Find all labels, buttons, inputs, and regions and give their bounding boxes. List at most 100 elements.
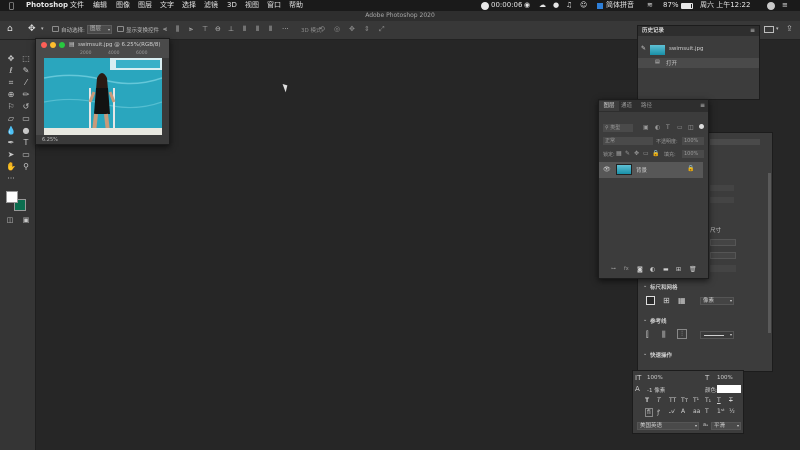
history-snapshot[interactable]: ✎ swimsuit.jpg (638, 44, 759, 56)
underline-icon[interactable]: T (717, 397, 721, 404)
user-avatar-icon[interactable] (767, 1, 775, 10)
strikethrough-icon[interactable]: T (729, 397, 733, 404)
type-tool-icon[interactable]: T (20, 138, 32, 148)
stamp-tool-icon[interactable]: ⚐ (5, 102, 17, 112)
wifi-icon[interactable]: ≋ (647, 0, 653, 11)
auto-select-checkbox[interactable] (52, 26, 59, 34)
grid-toggle-icon[interactable]: ⊞ (663, 296, 670, 305)
properties-field[interactable] (710, 139, 760, 145)
zoom-button[interactable] (59, 42, 65, 48)
zoom-tool-icon[interactable]: ⚲ (20, 162, 32, 172)
filter-type-icon[interactable]: T (666, 124, 670, 131)
properties-scrollbar[interactable] (768, 173, 771, 333)
new-layer-icon[interactable]: ⊞ (676, 266, 681, 273)
visibility-eye-icon[interactable]: 👁 (603, 166, 611, 173)
align-middle-icon[interactable]: ⊖ (215, 25, 221, 33)
link-layers-icon[interactable]: ⊶ (611, 266, 616, 272)
apple-icon[interactable]:  (9, 0, 14, 11)
filter-shape-icon[interactable]: ▭ (677, 124, 683, 131)
clock[interactable]: 周六 上午12:22 (700, 0, 750, 11)
horizontal-ruler[interactable]: 2000 4000 6000 (36, 51, 169, 58)
healing-brush-icon[interactable]: ⊕ (5, 90, 17, 100)
properties-field[interactable] (710, 185, 734, 191)
move-tool-icon[interactable]: ✥ (28, 24, 36, 34)
input-method-icon[interactable] (597, 2, 603, 9)
faux-bold-icon[interactable]: T (645, 397, 649, 404)
all-caps-icon[interactable]: TT (669, 397, 676, 404)
layer-row[interactable]: 👁 背景 🔒 (599, 162, 703, 178)
properties-dropdown[interactable] (710, 252, 736, 259)
delete-layer-icon[interactable]: 🗑 (689, 266, 697, 273)
lasso-tool-icon[interactable]: ℓ (5, 66, 17, 76)
gradient-tool-icon[interactable]: ▭ (20, 114, 32, 124)
filter-adjust-icon[interactable]: ◐ (655, 124, 660, 131)
superscript-icon[interactable]: T¹ (693, 397, 699, 404)
menu-file[interactable]: 文件 (70, 0, 84, 11)
document-image[interactable] (44, 58, 162, 135)
vertical-scale-value[interactable]: 100% (647, 375, 663, 381)
path-select-icon[interactable]: ➤ (5, 150, 17, 160)
layer-style-icon[interactable]: fx (624, 266, 629, 272)
guide-new-icon[interactable]: ⫶ (677, 329, 687, 339)
ordinals-icon[interactable]: T (705, 408, 709, 415)
share-icon[interactable]: ⇪ (786, 24, 793, 33)
discretionary-ligature-icon[interactable]: ꝭ (657, 408, 660, 416)
quick-mask-icon[interactable]: ◫ (4, 215, 16, 225)
panel-menu-icon[interactable]: ≡ (700, 101, 705, 111)
baseline-shift-value[interactable]: -1 像素 (647, 386, 665, 394)
properties-field[interactable] (710, 265, 736, 272)
properties-dropdown[interactable] (710, 239, 736, 246)
add-mask-icon[interactable]: ◙ (637, 266, 643, 273)
wechat-icon[interactable]: ☁ (539, 0, 546, 11)
3d-pan-icon[interactable]: ✥ (349, 25, 355, 33)
small-caps-icon[interactable]: Tт (681, 397, 688, 404)
app-name-menu[interactable]: Photoshop (26, 0, 68, 11)
menu-layer[interactable]: 图层 (138, 0, 152, 11)
filter-toggle[interactable] (699, 124, 704, 129)
close-button[interactable] (41, 42, 47, 48)
document-window[interactable]: ▤ swimsuit.jpg @ 6.25%(RGB/8) 2000 4000 … (35, 38, 170, 145)
3d-roll-icon[interactable]: ◎ (334, 25, 340, 33)
subscript-icon[interactable]: T₁ (705, 397, 711, 404)
screen-mode-icon[interactable]: ▣ (20, 215, 32, 225)
properties-field[interactable] (710, 197, 734, 203)
input-method-label[interactable]: 简体拼音 (606, 0, 634, 11)
fill-input[interactable]: 100% (682, 150, 704, 158)
marquee-tool-icon[interactable]: ⬚ (20, 54, 32, 64)
panel-menu-icon[interactable]: ≡ (750, 26, 755, 36)
adjustment-layer-icon[interactable]: ◐ (650, 266, 655, 273)
3d-scale-icon[interactable]: ⤢ (379, 25, 385, 34)
lock-transparent-icon[interactable]: ▦ (616, 150, 622, 157)
hand-tool-icon[interactable]: ✋ (5, 162, 17, 172)
record-icon[interactable] (481, 1, 489, 10)
filter-smart-icon[interactable]: ◫ (688, 124, 694, 131)
collapse-chevron-icon[interactable]: ⌄ (643, 317, 647, 323)
distribute-right-icon[interactable]: ⦀ (269, 25, 272, 34)
brush-tool-icon[interactable]: ✏ (20, 90, 32, 100)
guide-layout-icon[interactable]: ⫿ (646, 330, 649, 339)
fractions-icon[interactable]: ½ (729, 408, 735, 415)
paths-tab[interactable]: 路径 (641, 101, 652, 111)
stylistic-alternates-icon[interactable]: aa (693, 408, 700, 415)
align-top-icon[interactable]: ⊤ (202, 25, 208, 33)
lock-all-icon[interactable]: 🔒 (652, 150, 659, 157)
collapse-chevron-icon[interactable]: ⌄ (643, 351, 647, 357)
align-right-icon[interactable]: ⫸ (189, 25, 193, 34)
home-icon[interactable]: ⌂ (7, 24, 13, 34)
history-step[interactable]: ▤ 打开 (638, 58, 759, 68)
pixel-grid-icon[interactable]: ▦ (678, 296, 686, 305)
layer-filter-dropdown[interactable]: ⚲ 类型 (603, 124, 633, 132)
menu-select[interactable]: 选择 (182, 0, 196, 11)
blur-tool-icon[interactable]: 💧 (5, 126, 17, 136)
control-center-icon[interactable]: ≡ (782, 0, 788, 11)
lock-artboard-icon[interactable]: ▭ (643, 150, 649, 157)
align-center-icon[interactable]: ⫼ (176, 25, 179, 34)
text-color-swatch[interactable] (717, 385, 741, 393)
foreground-color-swatch[interactable] (6, 191, 18, 203)
menu-3d[interactable]: 3D (227, 0, 237, 11)
vertical-ruler[interactable] (36, 58, 44, 135)
chat-icon[interactable]: ● (553, 0, 559, 11)
guide-lock-icon[interactable]: ⫼ (662, 330, 666, 339)
ordinal-icon[interactable]: 1ˢᵗ (717, 408, 725, 415)
bell-icon[interactable]: ♫ (566, 0, 572, 11)
